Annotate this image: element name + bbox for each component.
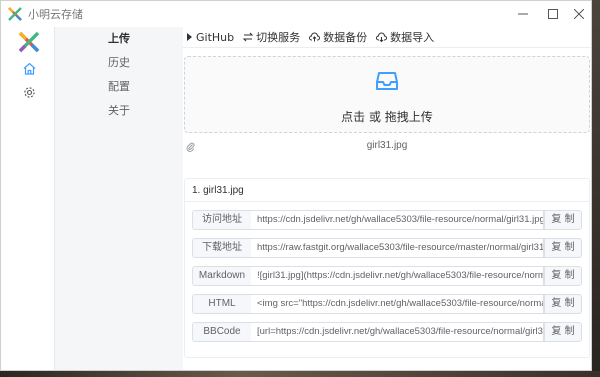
home-icon — [23, 62, 35, 75]
link-value-field[interactable]: https://raw.fastgit.org/wallace5303/file… — [251, 238, 544, 258]
minimize-button[interactable] — [508, 1, 538, 27]
switch-icon — [243, 32, 254, 42]
copy-button[interactable]: 复 制 — [544, 210, 582, 230]
link-row-markdown: Markdown ![girl31.jpg](https://cdn.jsdel… — [192, 266, 582, 286]
link-value-field[interactable]: ![girl31.jpg](https://cdn.jsdelivr.net/g… — [251, 266, 544, 286]
copy-button[interactable]: 复 制 — [544, 266, 582, 286]
app-window: 小明云存储 上传 历史 配置 关于 GitHub 切换服务 数据备份 数据导入 … — [0, 0, 592, 371]
data-import-label: 数据导入 — [390, 31, 435, 44]
link-value-field[interactable]: [url=https://cdn.jsdelivr.net/gh/wallace… — [251, 322, 544, 342]
link-value-field[interactable]: https://cdn.jsdelivr.net/gh/wallace5303/… — [251, 210, 544, 230]
gear-icon — [23, 86, 35, 98]
uploaded-file-name: girl31.jpg — [366, 140, 408, 151]
copy-button[interactable]: 复 制 — [544, 294, 582, 314]
desktop-background-bottom — [0, 371, 600, 377]
data-backup-label: 数据备份 — [323, 31, 368, 44]
toolbar-divider — [183, 47, 591, 48]
link-row-download: 下载地址 https://raw.fastgit.org/wallace5303… — [192, 238, 582, 258]
switch-service-button[interactable]: 切换服务 — [243, 29, 300, 45]
nav-about[interactable]: 关于 — [55, 99, 183, 123]
close-icon — [574, 9, 584, 19]
link-label: Markdown — [192, 266, 252, 286]
upload-hint: 点击 或 拖拽上传 — [341, 110, 433, 124]
link-row-bbcode: BBCode [url=https://cdn.jsdelivr.net/gh/… — [192, 322, 582, 342]
cloud-upload-icon — [309, 32, 321, 42]
uploaded-file-item[interactable]: girl31.jpg — [184, 139, 590, 155]
copy-button[interactable]: 复 制 — [544, 322, 582, 342]
title-bar[interactable]: 小明云存储 — [1, 1, 591, 27]
upload-dropzone[interactable]: 点击 或 拖拽上传 — [184, 56, 590, 133]
link-label: 下载地址 — [192, 238, 252, 258]
result-card-header: 1. girl31.jpg — [185, 179, 589, 202]
brand-logo-icon — [18, 31, 40, 53]
close-button[interactable] — [564, 1, 591, 27]
nav-config[interactable]: 配置 — [55, 75, 183, 99]
github-link[interactable]: GitHub — [186, 31, 234, 44]
link-value-field[interactable]: <img src="https://cdn.jsdelivr.net/gh/wa… — [251, 294, 544, 314]
link-row-access: 访问地址 https://cdn.jsdelivr.net/gh/wallace… — [192, 210, 582, 230]
link-row-html: HTML <img src="https://cdn.jsdelivr.net/… — [192, 294, 582, 314]
nav-upload[interactable]: 上传 — [55, 27, 183, 51]
link-label: 访问地址 — [192, 210, 252, 230]
copy-button[interactable]: 复 制 — [544, 238, 582, 258]
icon-sidebar — [1, 27, 55, 370]
link-label: HTML — [192, 294, 252, 314]
maximize-icon — [548, 9, 558, 19]
minimize-icon — [518, 13, 528, 15]
inbox-upload-icon — [376, 72, 398, 90]
data-import-button[interactable]: 数据导入 — [376, 29, 434, 45]
desktop-background-right — [592, 0, 600, 377]
rail-settings-button[interactable] — [21, 84, 37, 100]
nav-history[interactable]: 历史 — [55, 51, 183, 75]
toolbar: GitHub 切换服务 数据备份 数据导入 — [183, 27, 591, 47]
result-card: 1. girl31.jpg 访问地址 https://cdn.jsdelivr.… — [184, 178, 590, 358]
cloud-download-icon — [376, 32, 388, 42]
caret-right-icon — [187, 33, 192, 41]
app-logo-icon — [8, 7, 22, 21]
sub-navigation: 上传 历史 配置 关于 — [55, 27, 183, 370]
github-label: GitHub — [196, 30, 235, 44]
switch-service-label: 切换服务 — [256, 31, 301, 44]
window-title: 小明云存储 — [28, 8, 83, 21]
data-backup-button[interactable]: 数据备份 — [309, 29, 367, 45]
link-label: BBCode — [192, 322, 252, 342]
rail-home-button[interactable] — [21, 60, 37, 76]
